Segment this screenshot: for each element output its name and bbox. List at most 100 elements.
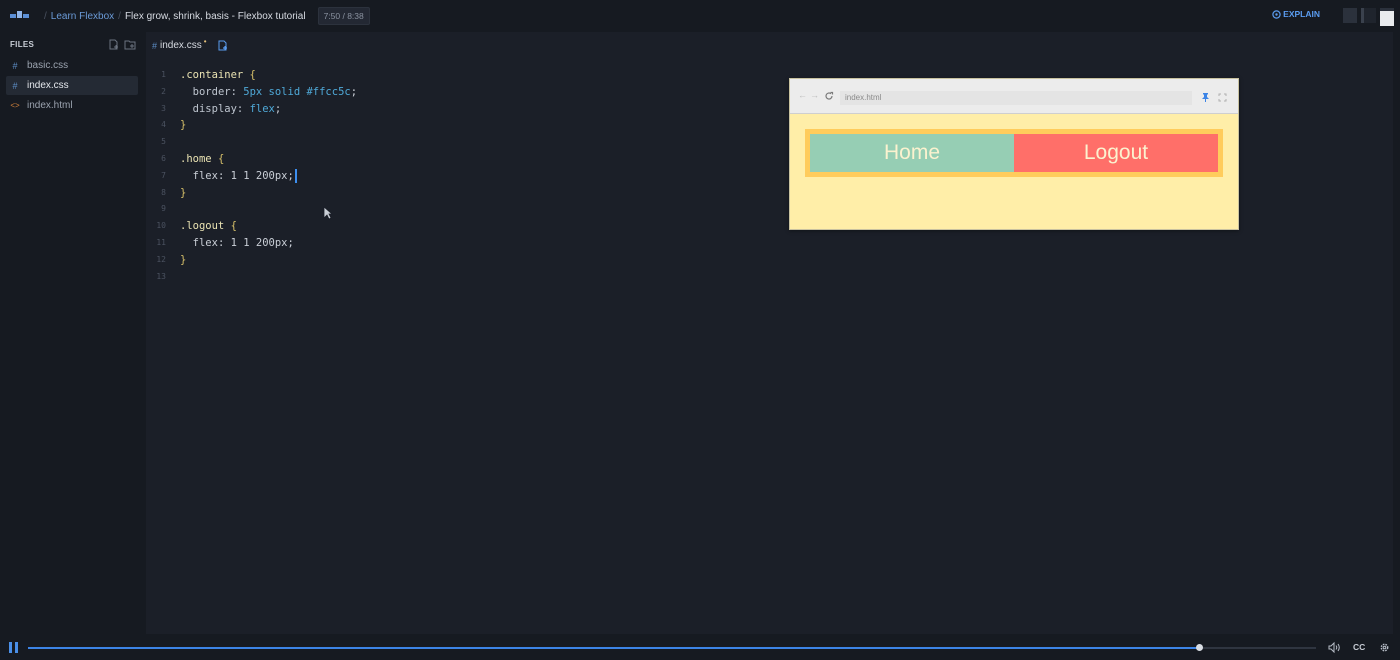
code-line: 9 — [146, 201, 746, 218]
layout-preview-button[interactable] — [1380, 8, 1394, 26]
line-number: 13 — [156, 271, 166, 281]
code-brace: } — [180, 186, 187, 199]
files-heading: FILES — [10, 40, 35, 49]
progress-track[interactable] — [28, 644, 1316, 651]
line-number: 5 — [161, 137, 166, 147]
volume-icon[interactable] — [1328, 642, 1341, 653]
code-line: 8 } — [146, 185, 746, 202]
css-declaration: flex: 1 1 200px; — [192, 236, 294, 249]
code-line: 13 — [146, 269, 746, 286]
breadcrumb: / Learn Flexbox / Flex grow, shrink, bas… — [40, 0, 370, 32]
css-value: 5px solid #ffcc5c — [243, 85, 351, 98]
browser-toolbar: ← → index.html — [790, 79, 1238, 114]
code-line: 3 display: flex; — [146, 101, 746, 118]
gear-icon[interactable] — [1379, 642, 1390, 653]
captions-button[interactable]: CC — [1353, 642, 1365, 652]
browser-preview: ← → index.html Home Logout — [789, 78, 1239, 230]
code-brace: { — [249, 69, 256, 81]
code-semicolon: ; — [350, 85, 358, 98]
line-number: 3 — [161, 103, 166, 113]
new-folder-icon[interactable] — [124, 39, 136, 50]
forward-arrow-icon[interactable]: → — [810, 90, 819, 100]
file-item-index-css[interactable]: # index.css — [6, 76, 138, 95]
editor-tab-index-css[interactable]: # index.css • — [152, 37, 228, 51]
reload-icon[interactable] — [824, 91, 834, 101]
file-item-index-html[interactable]: <> index.html — [6, 96, 138, 115]
css-property: display: — [192, 102, 244, 115]
code-line: 11 flex: 1 1 200px; — [146, 235, 746, 252]
files-sidebar: FILES # basic.css # index.css <> index.h… — [0, 32, 146, 637]
logout-nav-item[interactable]: Logout — [1014, 134, 1218, 172]
progress-handle[interactable] — [1195, 644, 1203, 651]
pause-icon — [15, 642, 18, 653]
top-bar: / Learn Flexbox / Flex grow, shrink, bas… — [0, 0, 1400, 32]
line-number: 6 — [161, 153, 166, 163]
lesson-title: Flex grow, shrink, basis - Flexbox tutor… — [124, 10, 306, 22]
files-actions — [108, 39, 136, 50]
html-tag-icon: <> — [10, 101, 20, 110]
line-number: 8 — [161, 187, 166, 197]
code-line: 2 border: 5px solid #ffcc5c; — [146, 84, 746, 101]
breadcrumb-course-link[interactable]: Learn Flexbox — [51, 11, 114, 22]
pause-button[interactable] — [8, 642, 20, 654]
lesson-time-badge: 7:50 / 8:38 — [317, 7, 370, 25]
code-line: 4 } — [146, 117, 746, 134]
editor-tab-label: index.css — [160, 40, 202, 51]
css-declaration: flex: 1 1 200px; — [192, 169, 294, 182]
video-player-bar: CC — [0, 637, 1400, 660]
hash-icon: # — [152, 40, 158, 51]
explain-button[interactable]: EXPLAIN — [1272, 9, 1320, 19]
line-number: 1 — [161, 70, 166, 79]
file-name: basic.css — [27, 60, 69, 71]
scrimba-logo-icon[interactable] — [10, 11, 30, 21]
new-file-icon[interactable] — [108, 39, 119, 50]
code-line: 1 .container { — [146, 67, 746, 84]
code-brace: } — [180, 253, 187, 266]
code-semicolon: ; — [274, 102, 282, 115]
code-brace: { — [230, 220, 237, 233]
code-line: 6 .home { — [146, 151, 746, 168]
breadcrumb-separator: / — [118, 10, 121, 22]
line-number: 4 — [161, 120, 166, 130]
file-name: index.html — [27, 100, 73, 111]
file-name: index.css — [27, 80, 69, 91]
explain-icon — [1272, 9, 1281, 19]
file-item-basic-css[interactable]: # basic.css — [6, 56, 138, 75]
breadcrumb-separator: / — [44, 10, 47, 22]
fullscreen-icon[interactable] — [1218, 93, 1227, 102]
line-number: 2 — [161, 86, 166, 96]
layout-split-button[interactable] — [1361, 8, 1376, 23]
code-brace: } — [180, 119, 187, 132]
code-line: 5 — [146, 134, 746, 151]
explain-label: EXPLAIN — [1283, 9, 1320, 19]
css-value: flex — [249, 102, 275, 115]
line-number: 10 — [156, 221, 166, 231]
css-selector: .logout — [180, 220, 225, 233]
css-property: border: — [192, 85, 237, 98]
new-file-icon[interactable] — [217, 40, 228, 51]
pin-icon[interactable] — [1201, 92, 1210, 102]
css-selector: .container — [180, 69, 244, 81]
code-line: 10 .logout { — [146, 218, 746, 235]
home-nav-item[interactable]: Home — [810, 134, 1014, 172]
progress-fill — [28, 647, 1199, 649]
layout-switcher — [1343, 8, 1394, 26]
mouse-pointer-icon — [323, 206, 333, 220]
layout-editor-only-button[interactable] — [1343, 8, 1357, 23]
hash-icon: # — [12, 80, 18, 91]
line-number: 9 — [161, 204, 166, 214]
code-area[interactable]: 1 .container { 2 border: 5px solid #ffcc… — [146, 67, 746, 285]
address-bar[interactable]: index.html — [840, 91, 1192, 105]
back-arrow-icon[interactable]: ← — [798, 90, 807, 100]
code-line: 7 flex: 1 1 200px; — [146, 168, 746, 185]
hash-icon: # — [12, 60, 18, 71]
pause-icon — [9, 642, 12, 653]
nav-container: Home Logout — [805, 129, 1223, 177]
line-number: 11 — [156, 237, 166, 247]
unsaved-indicator: • — [203, 37, 207, 46]
code-brace: { — [217, 152, 225, 165]
code-line: 12 } — [146, 252, 746, 269]
line-number: 7 — [161, 170, 166, 180]
text-cursor — [294, 168, 297, 183]
line-number: 12 — [156, 254, 166, 264]
